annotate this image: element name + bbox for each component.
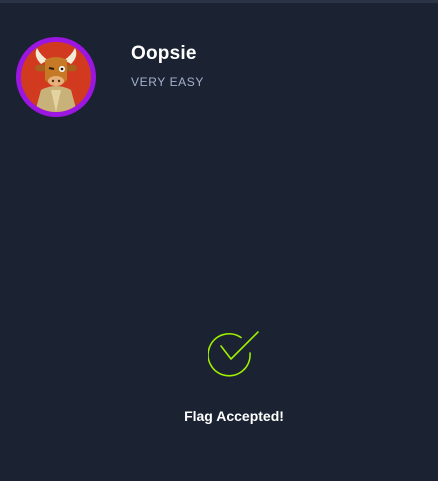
check-circle-icon xyxy=(207,331,262,383)
flag-result-panel: Oopsie VERY EASY Flag Accepted! xyxy=(0,3,438,481)
flag-accepted-message: Flag Accepted! xyxy=(184,408,284,424)
machine-name: Oopsie xyxy=(131,43,197,64)
bull-mascot-icon xyxy=(21,42,91,112)
machine-avatar xyxy=(16,37,96,117)
difficulty-label: VERY EASY xyxy=(131,75,204,89)
